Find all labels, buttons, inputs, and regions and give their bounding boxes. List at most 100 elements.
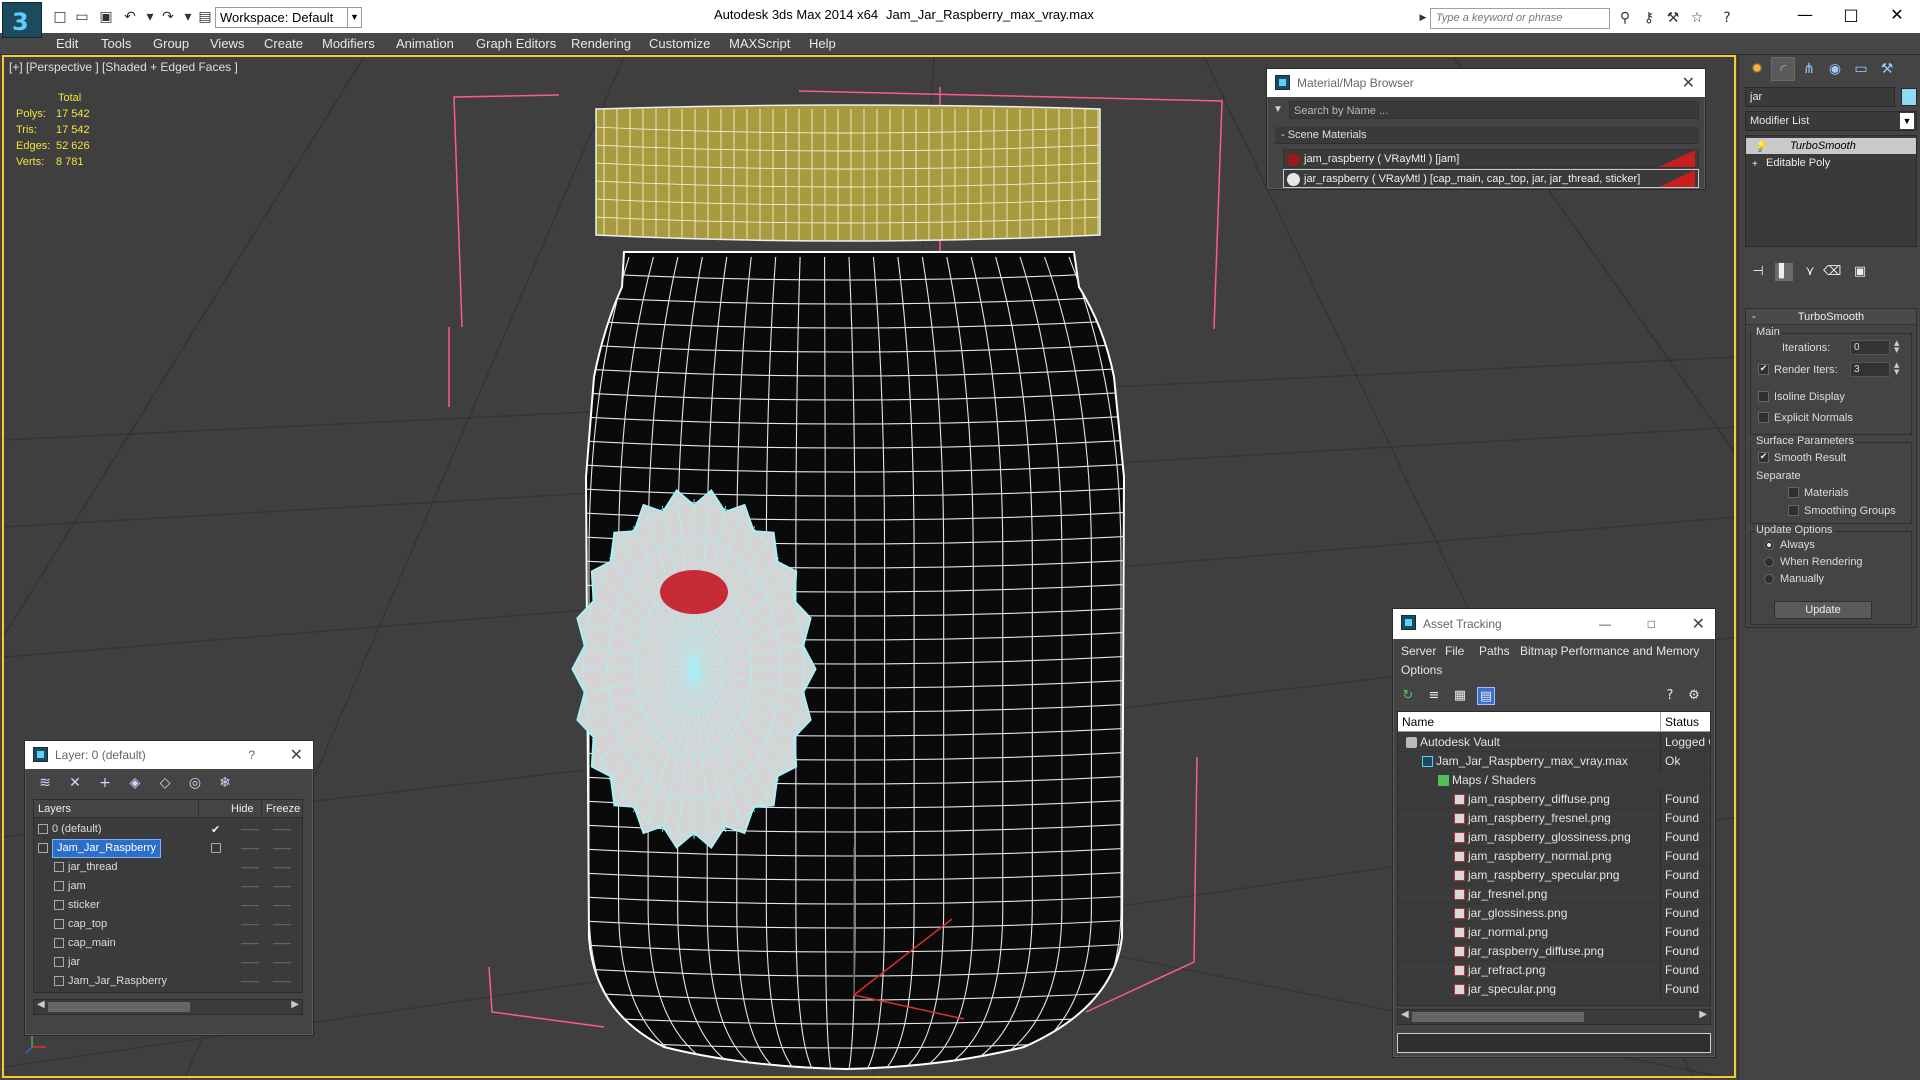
layer-row[interactable]: Jam_Jar_Raspberry —— —— — [34, 972, 302, 991]
layer-window-titlebar[interactable]: Layer: 0 (default) ? ✕ — [25, 741, 313, 769]
column-name[interactable]: Name — [1402, 712, 1434, 732]
new-file-icon[interactable]: □ — [50, 8, 70, 26]
object-name-field[interactable]: jar — [1745, 87, 1895, 107]
menu-create[interactable]: Create — [264, 36, 303, 51]
asset-row[interactable]: jam_raspberry_glossiness.png Found — [1398, 828, 1710, 847]
create-layer-icon[interactable]: ≋ — [35, 773, 55, 793]
asset-row[interactable]: jar_specular.png Found — [1398, 980, 1710, 999]
menu-tools[interactable]: Tools — [101, 36, 131, 51]
hide-toggle[interactable]: —— — [241, 820, 259, 839]
turbosmooth-rollout-header[interactable]: - TurboSmooth — [1746, 309, 1916, 325]
column-hide[interactable]: Hide — [227, 800, 262, 818]
freeze-toggle[interactable]: —— — [273, 953, 291, 972]
layer-row[interactable]: 0 (default) ✔ —— —— — [34, 820, 302, 839]
scroll-left-icon[interactable]: ◀ — [1401, 1009, 1409, 1020]
hide-toggle[interactable]: —— — [241, 953, 259, 972]
separate-smoothing-groups-checkbox[interactable] — [1788, 505, 1799, 516]
save-file-icon[interactable]: ▣ — [96, 8, 116, 26]
show-end-result-icon[interactable]: ▌ — [1775, 263, 1793, 281]
settings-help-icon[interactable]: ⚙ — [1685, 687, 1703, 705]
asset-row[interactable]: jar_normal.png Found — [1398, 923, 1710, 942]
collapse-minus-icon[interactable]: - — [1752, 309, 1756, 325]
menu-customize[interactable]: Customize — [649, 36, 710, 51]
stack-item-turbosmooth[interactable]: 💡 TurboSmooth — [1746, 138, 1916, 154]
menu-edit[interactable]: Edit — [56, 36, 78, 51]
modify-tab-icon[interactable]: ◜ — [1771, 57, 1795, 81]
column-layers[interactable]: Layers — [34, 800, 199, 818]
update-when-rendering-radio[interactable] — [1764, 557, 1774, 567]
close-icon[interactable]: ✕ — [290, 741, 303, 769]
display-tab-icon[interactable]: ▭ — [1849, 57, 1873, 81]
freeze-toggle[interactable]: —— — [273, 972, 291, 991]
hide-toggle[interactable]: —— — [241, 839, 259, 858]
hide-toggle[interactable]: —— — [241, 934, 259, 953]
asset-menu-server[interactable]: Server — [1401, 644, 1436, 658]
hide-toggle[interactable]: —— — [241, 972, 259, 991]
asset-row[interactable]: Maps / Shaders — [1398, 771, 1710, 790]
layer-row[interactable]: cap_top —— —— — [34, 915, 302, 934]
workspace-dropdown[interactable]: Workspace: Default ▼ — [215, 7, 362, 28]
menu-help[interactable]: Help — [809, 36, 836, 51]
spinner-arrows-icon[interactable]: ▲ ▼ — [1894, 340, 1899, 354]
layer-row[interactable]: jar —— —— — [34, 953, 302, 972]
render-iters-spinner[interactable]: 3 — [1850, 362, 1890, 377]
render-iters-checkbox[interactable]: ✔ — [1758, 364, 1769, 375]
scroll-left-icon[interactable]: ◀ — [37, 999, 45, 1010]
tools-icon[interactable]: ⚒ — [1664, 9, 1682, 27]
separate-materials-checkbox[interactable] — [1788, 487, 1799, 498]
add-to-layer-icon[interactable]: + — [95, 773, 115, 793]
freeze-toggle[interactable]: —— — [273, 915, 291, 934]
isoline-display-checkbox[interactable] — [1758, 391, 1769, 402]
menu-rendering[interactable]: Rendering — [571, 36, 631, 51]
open-file-icon[interactable]: ▭ — [72, 8, 92, 26]
smooth-result-checkbox[interactable]: ✔ — [1758, 452, 1769, 463]
hide-toggle[interactable]: —— — [241, 858, 259, 877]
menu-maxscript[interactable]: MAXScript — [729, 36, 790, 51]
scroll-right-icon[interactable]: ▶ — [291, 999, 299, 1010]
maximize-button[interactable]: □ — [1828, 0, 1874, 30]
spinner-arrows-icon[interactable]: ▲ ▼ — [1894, 362, 1899, 376]
layer-row[interactable]: cap_main —— —— — [34, 934, 302, 953]
asset-row[interactable]: Jam_Jar_Raspberry_max_vray.max Ok — [1398, 752, 1710, 771]
update-manually-radio[interactable] — [1764, 574, 1774, 584]
object-color-swatch[interactable] — [1901, 88, 1917, 106]
update-button[interactable]: Update — [1774, 601, 1872, 619]
maximize-icon[interactable]: □ — [1648, 609, 1655, 639]
asset-menu-options[interactable]: Options — [1401, 663, 1442, 677]
configure-modifier-sets-icon[interactable]: ▣ — [1851, 263, 1869, 281]
create-tab-icon[interactable]: ✹ — [1745, 57, 1769, 81]
layer-row[interactable]: jar_thread —— —— — [34, 858, 302, 877]
freeze-all-icon[interactable]: ❄ — [215, 773, 235, 793]
menu-modifiers[interactable]: Modifiers — [322, 36, 375, 51]
redo-icon[interactable]: ↷ — [158, 8, 178, 26]
current-layer-check-icon[interactable]: ✔ — [211, 820, 220, 839]
binoculars-icon[interactable]: ⚲ — [1616, 9, 1634, 27]
app-menu-button[interactable]: 3 — [2, 2, 42, 38]
material-item-jam[interactable]: jam_raspberry ( VRayMtl ) [jam] — [1283, 149, 1699, 168]
update-always-radio[interactable] — [1764, 540, 1774, 550]
key-icon[interactable]: ⚷ — [1640, 9, 1658, 27]
hide-toggle[interactable]: —— — [241, 915, 259, 934]
viewport-label[interactable]: [+] [Perspective ] [Shaded + Edged Faces… — [9, 60, 238, 74]
asset-tracking-titlebar[interactable]: Asset Tracking — □ ✕ — [1393, 609, 1715, 639]
asset-row[interactable]: Autodesk Vault Logged Out — [1398, 733, 1710, 752]
asset-row[interactable]: jar_raspberry_diffuse.png Found — [1398, 942, 1710, 961]
minimize-button[interactable]: — — [1782, 0, 1828, 30]
menu-views[interactable]: Views — [210, 36, 244, 51]
utilities-tab-icon[interactable]: ⚒ — [1875, 57, 1899, 81]
delete-layer-icon[interactable]: ✕ — [65, 773, 85, 793]
refresh-icon[interactable]: ↻ — [1399, 687, 1417, 705]
column-status[interactable]: Status — [1660, 712, 1699, 732]
freeze-toggle[interactable]: —— — [273, 896, 291, 915]
list-view-icon[interactable]: ≡ — [1425, 687, 1443, 705]
layer-row[interactable]: Jam_Jar_Raspberry —— —— — [34, 839, 302, 858]
scrollbar-thumb[interactable] — [48, 1002, 190, 1012]
close-button[interactable]: ✕ — [1874, 0, 1920, 30]
menu-group[interactable]: Group — [153, 36, 189, 51]
highlight-layer-icon[interactable]: ◇ — [155, 773, 175, 793]
asset-row[interactable]: jar_fresnel.png Found — [1398, 885, 1710, 904]
expand-plus-icon[interactable]: + — [1752, 157, 1758, 173]
menu-animation[interactable]: Animation — [396, 36, 454, 51]
favorites-star-icon[interactable]: ☆ — [1688, 9, 1706, 27]
select-in-layer-icon[interactable]: ◈ — [125, 773, 145, 793]
